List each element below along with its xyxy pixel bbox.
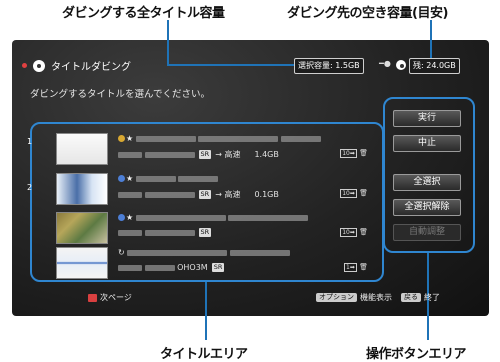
title-thumbnail [56,173,108,205]
copy-count-icon: 10➡ [340,228,357,237]
title-row[interactable]: 1 ★ SR → 高速 1.4GB 10➡ 🗑 [27,131,374,167]
title-thumbnail [56,212,108,244]
selected-capacity: 選択容量: 1.5GB [294,58,364,74]
stop-button[interactable]: 中止 [393,135,461,152]
red-key-icon [88,293,97,302]
star-icon: ★ [126,174,134,183]
title-row[interactable]: ★ SR 10➡ 🗑 [38,210,374,246]
hd-icon [118,175,125,182]
red-dot-icon [22,63,27,68]
leader-title-area [205,280,207,340]
copy-count-icon: 1➡ [344,263,357,272]
execute-button[interactable]: 実行 [393,110,461,127]
quality-badge: SR [198,228,212,237]
back-label: 終了 [424,293,440,302]
option-label: 機能表示 [360,293,392,302]
page-title: タイトルダビング [51,62,131,73]
title-thumbnail [56,247,108,279]
instruction-text: ダビングするタイトルを選んでください。 [30,89,211,100]
callout-button-area: 操作ボタンエリア [366,347,467,362]
channel-label: OHO3M [177,263,208,272]
destination-disc-icon [396,60,406,70]
remaining-capacity: 残: 24.0GB [409,58,460,74]
quality-badge: SR [211,263,225,272]
title-bar: タイトルダビング [22,58,131,73]
hd-icon [118,135,125,142]
back-key: 戻る [401,293,421,302]
trash-icon: 🗑 [359,228,368,236]
option-key: オプション [316,293,357,302]
next-page-label: 次ページ [100,293,132,302]
copy-count-icon: 10➡ [340,149,357,158]
title-row[interactable]: 2 ★ SR → 高速 0.1GB 10➡ 🗑 [27,171,374,207]
callout-total-capacity: ダビングする全タイトル容量 [62,6,225,21]
title-size: 0.1GB [254,190,279,199]
hd-icon [118,214,125,221]
title-row[interactable]: ↻ OHO3M SR 1➡ 🗑 [38,245,374,281]
quality-badge: SR [198,150,212,159]
select-all-button[interactable]: 全選択 [393,174,461,191]
leader-total-vertical [167,20,169,64]
title-number: 2 [27,183,33,192]
title-size: 1.4GB [254,150,279,159]
copy-count-icon: 10➡ [340,189,357,198]
star-icon: ★ [126,134,134,143]
auto-adjust-button: 自動調整 [393,224,461,241]
footer-options[interactable]: オプション 機能表示 戻る 終了 [316,292,440,303]
repeat-icon: ↻ [118,248,125,257]
leader-free-vertical [430,20,432,58]
quality-badge: SR [198,190,212,199]
trash-icon: 🗑 [359,189,368,197]
trash-icon: 🗑 [359,263,368,271]
title-number: 1 [27,137,33,146]
callout-free-capacity: ダビング先の空き容量(目安) [287,6,448,21]
deselect-all-button[interactable]: 全選択解除 [393,199,461,216]
disc-icon [33,59,45,72]
callout-title-area: タイトルエリア [160,347,248,362]
star-icon: ★ [126,213,134,222]
leader-total-horizontal [167,64,295,66]
arrow-icon: ━● [379,59,391,68]
dub-mode: → 高速 [215,190,241,199]
footer-next-page[interactable]: 次ページ [88,292,132,303]
dub-mode: → 高速 [215,150,241,159]
trash-icon: 🗑 [359,149,368,157]
title-thumbnail [56,133,108,165]
